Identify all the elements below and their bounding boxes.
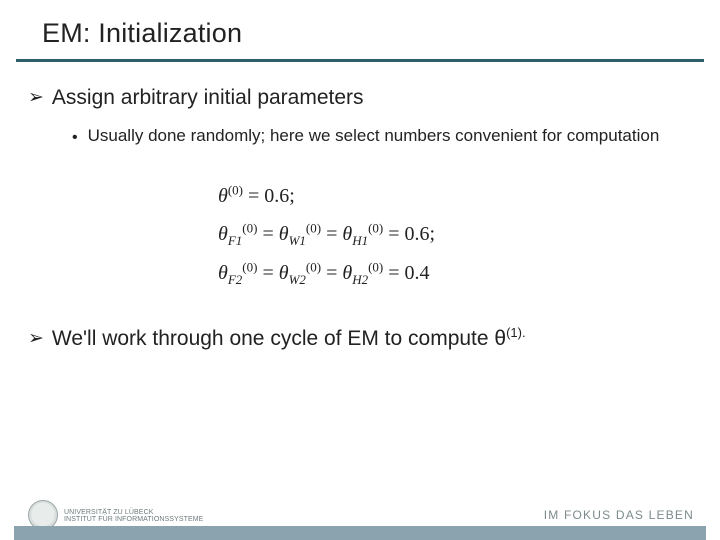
footer: UNIVERSITÄT ZU LÜBECK INSTITUT FÜR INFOR… [0, 494, 720, 540]
slide-title: EM: Initialization [0, 0, 720, 59]
bullet-level-1-second: ➢ We'll work through one cycle of EM to … [28, 320, 688, 353]
institution-text: UNIVERSITÄT ZU LÜBECK INSTITUT FÜR INFOR… [64, 509, 203, 524]
bullet-1-text: Assign arbitrary initial parameters [52, 84, 364, 111]
equation-row-2: θF1(0) = θW1(0) = θH1(0) = 0.6; [218, 215, 688, 254]
equation-row-1: θ(0) = 0.6; [218, 177, 688, 215]
equation-row-3: θF2(0) = θW2(0) = θH2(0) = 0.4 [218, 254, 688, 293]
bullet-3-text: We'll work through one cycle of EM to co… [52, 324, 526, 353]
content-area: ➢ Assign arbitrary initial parameters • … [0, 62, 720, 354]
equations-block: θ(0) = 0.6; θF1(0) = θW1(0) = θH1(0) = 0… [28, 149, 688, 320]
footer-band [14, 526, 706, 540]
bullet-level-2: • Usually done randomly; here we select … [28, 121, 688, 149]
bullet-level-1: ➢ Assign arbitrary initial parameters [28, 84, 688, 121]
triangle-bullet-icon: ➢ [28, 324, 44, 353]
bullet-2-text: Usually done randomly; here we select nu… [88, 125, 660, 149]
triangle-bullet-icon: ➢ [28, 84, 44, 111]
footer-motto: IM FOKUS DAS LEBEN [544, 508, 694, 522]
dot-bullet-icon: • [72, 125, 78, 149]
